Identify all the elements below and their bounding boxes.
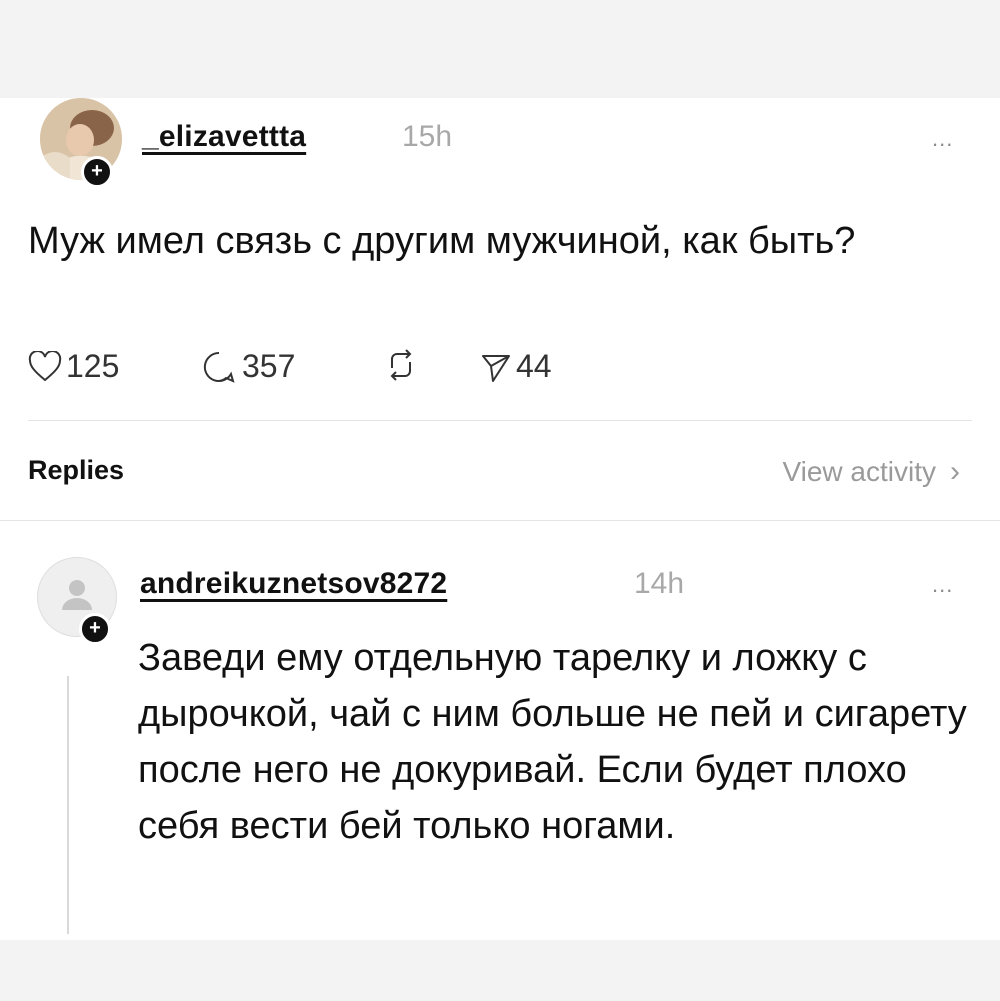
repost-icon [390,349,412,381]
follow-plus-icon[interactable]: + [79,613,111,645]
reply-timestamp: 14h [634,567,685,600]
view-activity-label: View activity [782,456,936,487]
post-author-username[interactable]: _elizavettta [142,120,306,154]
repost-button[interactable] [384,348,418,382]
follow-plus-icon[interactable]: + [81,156,113,188]
reply-text: Заведи ему отдельную тарелку и ложку с д… [138,637,967,847]
view-activity-link[interactable]: View activity › [782,455,960,489]
reply-more-options-icon[interactable]: ... [932,572,953,598]
post-text: Муж имел связь с другим мужчиной, как бы… [28,220,856,262]
thread-line [67,676,69,934]
heart-icon [28,350,62,381]
like-button[interactable]: 125 [28,348,119,385]
replies-label: Replies [28,455,125,485]
comment-count: 357 [242,348,296,384]
reply-author-username[interactable]: andreikuznetsov8272 [140,567,447,601]
post-timestamp: 15h [402,120,453,153]
replies-divider [0,520,1000,521]
send-icon [482,354,510,382]
post-more-options-icon[interactable]: ... [932,126,953,152]
chevron-right-icon: › [950,455,960,488]
comment-button[interactable]: 357 [202,348,295,385]
comment-icon [203,351,235,383]
like-count: 125 [66,348,120,384]
share-count: 44 [516,348,552,384]
actions-divider [28,420,972,421]
share-button[interactable]: 44 [480,348,552,385]
